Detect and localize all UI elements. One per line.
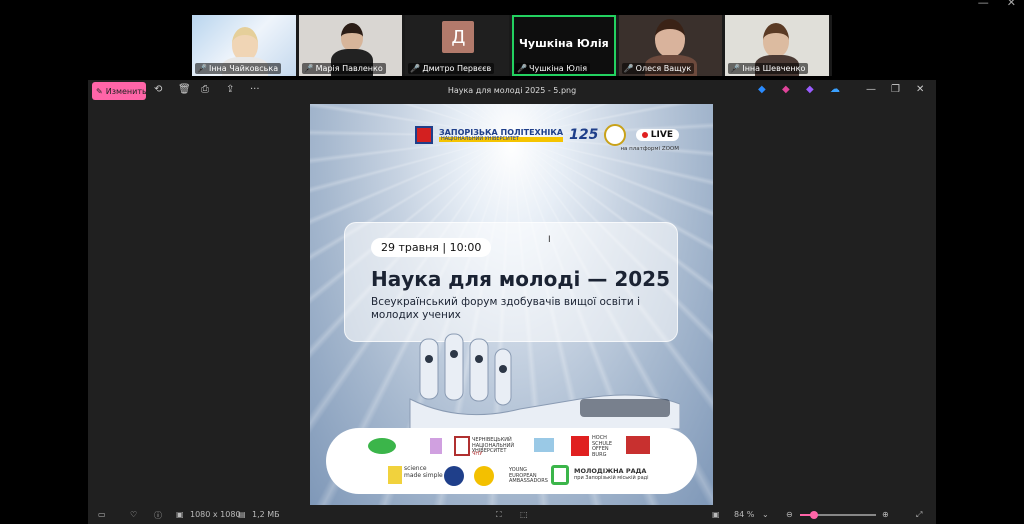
participant-name: 🎤 Чушкіна Юлія <box>515 63 591 74</box>
partner-logo-icon <box>571 436 589 456</box>
mic-muted-icon: 🎤 <box>303 64 314 73</box>
designer-icon[interactable]: ◆ <box>758 84 766 95</box>
zoom-in-icon[interactable]: ⊕ <box>882 510 889 519</box>
zoom-slider[interactable] <box>800 511 876 519</box>
fit-icon[interactable]: ▣ <box>712 510 720 519</box>
close-icon[interactable]: ✕ <box>916 84 924 95</box>
zoom-level[interactable]: 84 % <box>734 510 754 519</box>
partner-science: science made simple <box>404 465 443 479</box>
participant-video <box>763 23 790 57</box>
partner-youth-council-sub: при Запорізькій міській раді <box>574 475 649 481</box>
viewer-toolbar: ✎ Изменить ⟲ 🗑 ⎙ ⇪ ··· Наука для молоді … <box>88 80 936 102</box>
participant-tile[interactable]: 🎤 Марія Павленко <box>298 15 403 76</box>
partner-logo-icon <box>626 436 650 454</box>
event-heading: Наука для молоді — 2025 <box>371 267 670 291</box>
avatar: Д <box>442 21 475 53</box>
zoom-slider-knob[interactable] <box>809 511 818 519</box>
participant-tile[interactable]: 🎤 Інна Шевченко <box>725 15 830 76</box>
fullscreen-icon[interactable]: ⤢ <box>916 510 922 520</box>
participant-video <box>232 27 258 61</box>
zoom-out-icon[interactable]: ⊖ <box>786 510 793 519</box>
platform-text: на платформі ZOOM <box>620 146 679 152</box>
chevron-down-icon[interactable]: ⌄ <box>762 510 769 519</box>
participant-tile[interactable]: Д 🎤 Дмитро Первєєв <box>405 15 510 76</box>
mic-muted-icon: 🎤 <box>730 64 741 73</box>
event-subtitle: Всеукраїнський форум здобувачів вищої ос… <box>371 296 641 322</box>
seal-logo-icon <box>604 124 627 146</box>
restore-icon[interactable]: ❐ <box>891 84 900 95</box>
partner-logo-icon <box>474 466 494 486</box>
participant-name: 🎤 Марія Павленко <box>301 63 386 74</box>
university-name: ЗАПОРІЗЬКА ПОЛІТЕХНІКА НАЦІОНАЛЬНИЙ УНІВ… <box>439 127 564 142</box>
partner-logo-icon <box>368 438 396 454</box>
info-icon[interactable]: ⓘ <box>154 510 162 521</box>
anniversary-logo: 125 <box>569 127 599 143</box>
participant-video <box>340 23 363 51</box>
partner-offenburg: HOCH SCHULE OFFEN BURG <box>592 435 613 458</box>
poster-logos: ЗАПОРІЗЬКА ПОЛІТЕХНІКА НАЦІОНАЛЬНИЙ УНІВ… <box>415 124 627 146</box>
robot-hand-illustration <box>409 333 680 430</box>
close-icon[interactable]: ✕ <box>1007 0 1016 9</box>
select-icon[interactable]: ⬚ <box>520 510 528 519</box>
clipchamp-icon[interactable]: ◆ <box>782 84 790 95</box>
partner-chnu-abbr: ЧНУ <box>472 451 483 457</box>
participant-name: 🎤 Інна Шевченко <box>728 63 809 74</box>
participant-name: 🎤 Олеся Ващук <box>621 63 695 74</box>
viewer-statusbar: ▭ ♡ ⓘ ▣ 1080 x 1080 ▤ 1,2 МБ ⛶ ⬚ ▣ 84 % … <box>88 506 936 524</box>
onedrive-icon[interactable]: ☁ <box>830 84 840 95</box>
live-badge: LIVE <box>635 129 679 141</box>
photo-viewer-window: ✎ Изменить ⟲ 🗑 ⎙ ⇪ ··· Наука для молоді … <box>88 80 936 524</box>
participant-name: 🎤 Дмитро Первєєв <box>408 63 495 74</box>
file-size: 1,2 МБ <box>252 510 280 519</box>
participant-tile-active[interactable]: Чушкіна Юлія 🎤 Чушкіна Юлія <box>512 15 616 76</box>
copilot-icon[interactable]: ◆ <box>806 84 814 95</box>
favorite-icon[interactable]: ♡ <box>130 510 137 519</box>
file-size-icon: ▤ <box>238 510 246 519</box>
university-logo-icon <box>415 126 433 144</box>
partner-logo-icon <box>534 438 554 452</box>
partner-logo-icon <box>444 466 464 486</box>
minimize-icon[interactable]: — <box>866 84 876 95</box>
window-controls: — ✕ <box>978 0 1016 9</box>
mic-muted-icon: 🎤 <box>410 64 421 73</box>
mic-muted-icon: 🎤 <box>517 64 527 73</box>
mic-muted-icon: 🎤 <box>197 64 207 73</box>
screen: — ✕ 🎤 Інна Чайковська 🎤 Марія Павленко Д 🎤… <box>0 0 1024 524</box>
partners-panel: ЧЕРНІВЕЦЬКИЙ НАЦІОНАЛЬНИЙ УНІВЕРСИТЕТ ЧН… <box>326 428 697 494</box>
participant-video <box>654 19 685 57</box>
partner-logo-icon <box>551 465 569 485</box>
minimize-icon[interactable]: — <box>978 0 989 9</box>
event-date: 29 травня | 10:00 <box>371 238 492 257</box>
filmstrip-icon[interactable]: ▭ <box>98 510 106 519</box>
poster-image: ЗАПОРІЗЬКА ПОЛІТЕХНІКА НАЦІОНАЛЬНИЙ УНІВ… <box>310 104 713 505</box>
text-cursor-icon: I <box>548 235 551 245</box>
participant-name: 🎤 Інна Чайковська <box>195 63 282 74</box>
mic-muted-icon: 🎤 <box>623 64 634 73</box>
event-card: 29 травня | 10:00 Наука для молоді — 202… <box>344 222 678 342</box>
partner-yea: YOUNG EUROPEAN AMBASSADORS <box>509 467 548 484</box>
crop-icon[interactable]: ⛶ <box>496 510 502 520</box>
participant-tile[interactable]: 🎤 Інна Чайковська <box>192 15 296 76</box>
live-dot-icon <box>641 132 648 138</box>
image-size-icon: ▣ <box>176 510 184 519</box>
participant-tile[interactable]: 🎤 Олеся Ващук <box>618 15 723 76</box>
partner-logo-icon <box>430 438 442 454</box>
image-dimensions: 1080 x 1080 <box>190 510 241 519</box>
partner-logo-icon <box>388 466 402 484</box>
partner-logo-icon <box>454 436 470 456</box>
participant-display-name: Чушкіна Юлія <box>519 37 609 50</box>
participant-strip: 🎤 Інна Чайковська 🎤 Марія Павленко Д 🎤 Дмит… <box>192 15 832 76</box>
